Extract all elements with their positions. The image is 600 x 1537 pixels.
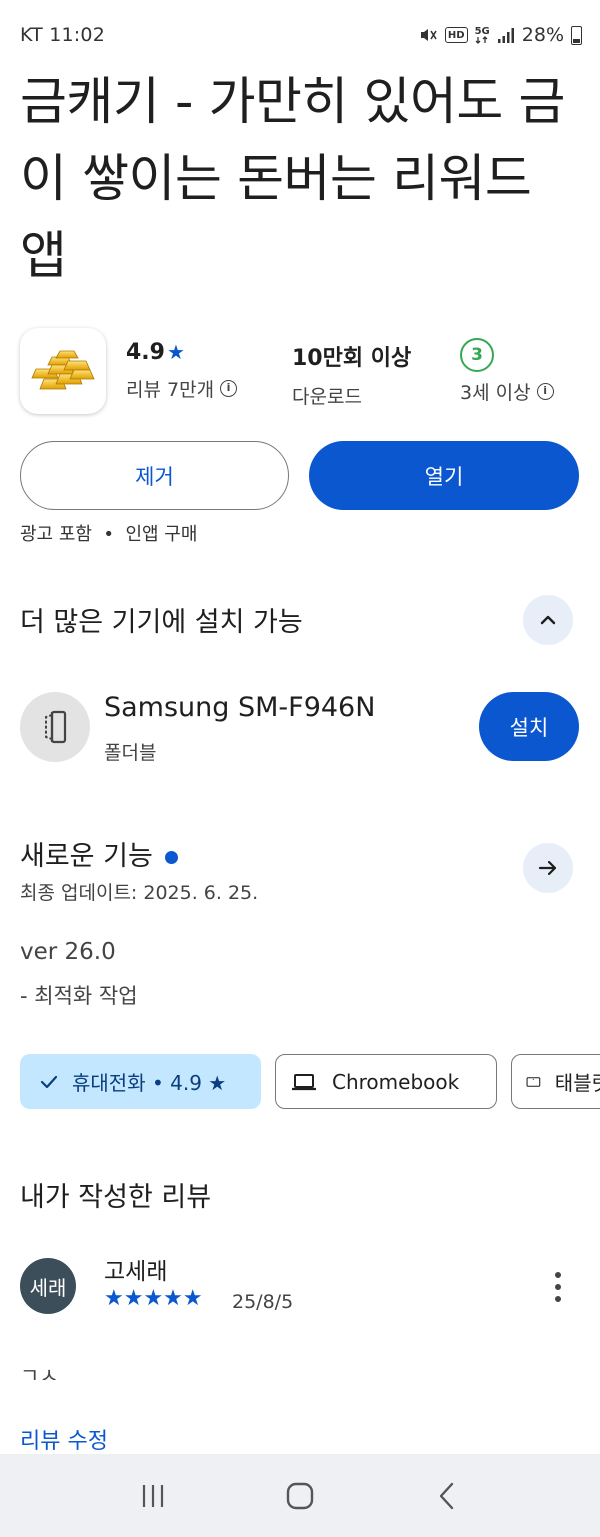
tablet-icon — [526, 1076, 541, 1087]
my-review-title: 내가 작성한 리뷰 — [20, 1182, 212, 1213]
chip-tablet[interactable]: 태블릿 — [511, 1054, 600, 1109]
chip-tablet-label: 태블릿 — [554, 1071, 600, 1095]
check-icon — [40, 1075, 58, 1088]
app-icon — [20, 328, 106, 414]
home-icon — [286, 1482, 314, 1509]
ads-iap-notice: 광고 포함 • 인앱 구매 — [20, 524, 198, 545]
back-icon — [439, 1482, 453, 1509]
review-date: 25/8/5 — [232, 1291, 294, 1313]
info-icon: i — [536, 383, 554, 400]
battery-icon — [571, 25, 582, 45]
info-icon: i — [220, 380, 238, 397]
review-stars: ★★★★★ — [104, 1286, 203, 1311]
age-rating-stat[interactable]: 3 3세 이상 i — [460, 338, 554, 405]
chip-chromebook[interactable]: Chromebook — [275, 1054, 497, 1109]
arrow-right-icon — [538, 860, 557, 876]
recent-apps-button[interactable] — [123, 1466, 183, 1526]
battery-percent: 28% — [521, 24, 564, 46]
device-type: 폴더블 — [104, 742, 157, 764]
status-icons: HD 5G 28% — [418, 24, 582, 46]
chip-phone[interactable]: 휴대전화 • 4.9 ★ — [20, 1054, 261, 1109]
device-name: Samsung SM-F946N — [104, 692, 376, 723]
last-updated: 최종 업데이트: 2025. 6. 25. — [20, 882, 259, 904]
downloads-stat: 10만회 이상 다운로드 — [292, 340, 411, 409]
collapse-button[interactable] — [523, 595, 573, 645]
downloads-value: 10만회 이상 — [292, 346, 412, 371]
version-text: ver 26.0 — [20, 939, 116, 965]
avatar: 세래 — [20, 1258, 76, 1314]
review-text: ㄱㅅ — [20, 1364, 59, 1380]
rating-value: 4.9 — [126, 340, 165, 365]
status-carrier-time: KT 11:02 — [20, 24, 105, 46]
chip-chromebook-label: Chromebook — [332, 1069, 460, 1094]
new-indicator-dot — [164, 851, 178, 864]
whats-new-label: 새로운 기능 — [20, 841, 153, 872]
age-rating-badge: 3 — [460, 338, 494, 372]
uninstall-button[interactable]: 제거 — [20, 441, 289, 510]
reviews-count: 리뷰 7만개 — [126, 379, 215, 401]
foldable-device-icon — [20, 692, 90, 762]
chevron-up-icon — [540, 615, 556, 625]
recents-icon — [143, 1484, 164, 1507]
more-options-icon[interactable] — [546, 1270, 570, 1304]
rating-stat[interactable]: 4.9 ★ 리뷰 7만개 i — [126, 340, 238, 402]
laptop-icon — [292, 1073, 316, 1090]
5g-icon: 5G — [475, 25, 490, 45]
signal-icon — [497, 25, 515, 45]
changelog-text: - 최적화 작업 — [20, 984, 138, 1008]
home-button[interactable] — [270, 1466, 330, 1526]
devices-section-title: 더 많은 기기에 설치 가능 — [20, 607, 303, 638]
system-nav-bar — [0, 1454, 600, 1537]
reviewer-name: 고세래 — [104, 1259, 168, 1285]
gold-bars-icon — [31, 350, 95, 390]
age-rating-label: 3세 이상 — [460, 382, 531, 404]
mute-vibrate-icon — [418, 25, 438, 45]
app-title: 금캐기 - 가만히 있어도 금이 쌓이는 돈버는 리워드 앱 — [20, 73, 565, 286]
hd-voice-icon: HD — [444, 27, 468, 43]
whats-new-arrow-button[interactable] — [523, 843, 573, 893]
edit-review-link[interactable]: 리뷰 수정 — [20, 1423, 108, 1455]
chip-phone-label: 휴대전화 • 4.9 ★ — [72, 1071, 227, 1095]
star-icon: ★ — [166, 340, 185, 364]
back-button[interactable] — [417, 1466, 477, 1526]
install-button[interactable]: 설치 — [479, 692, 579, 761]
open-button[interactable]: 열기 — [309, 441, 579, 510]
whats-new-title[interactable]: 새로운 기능 — [20, 834, 178, 873]
downloads-label: 다운로드 — [292, 386, 362, 408]
